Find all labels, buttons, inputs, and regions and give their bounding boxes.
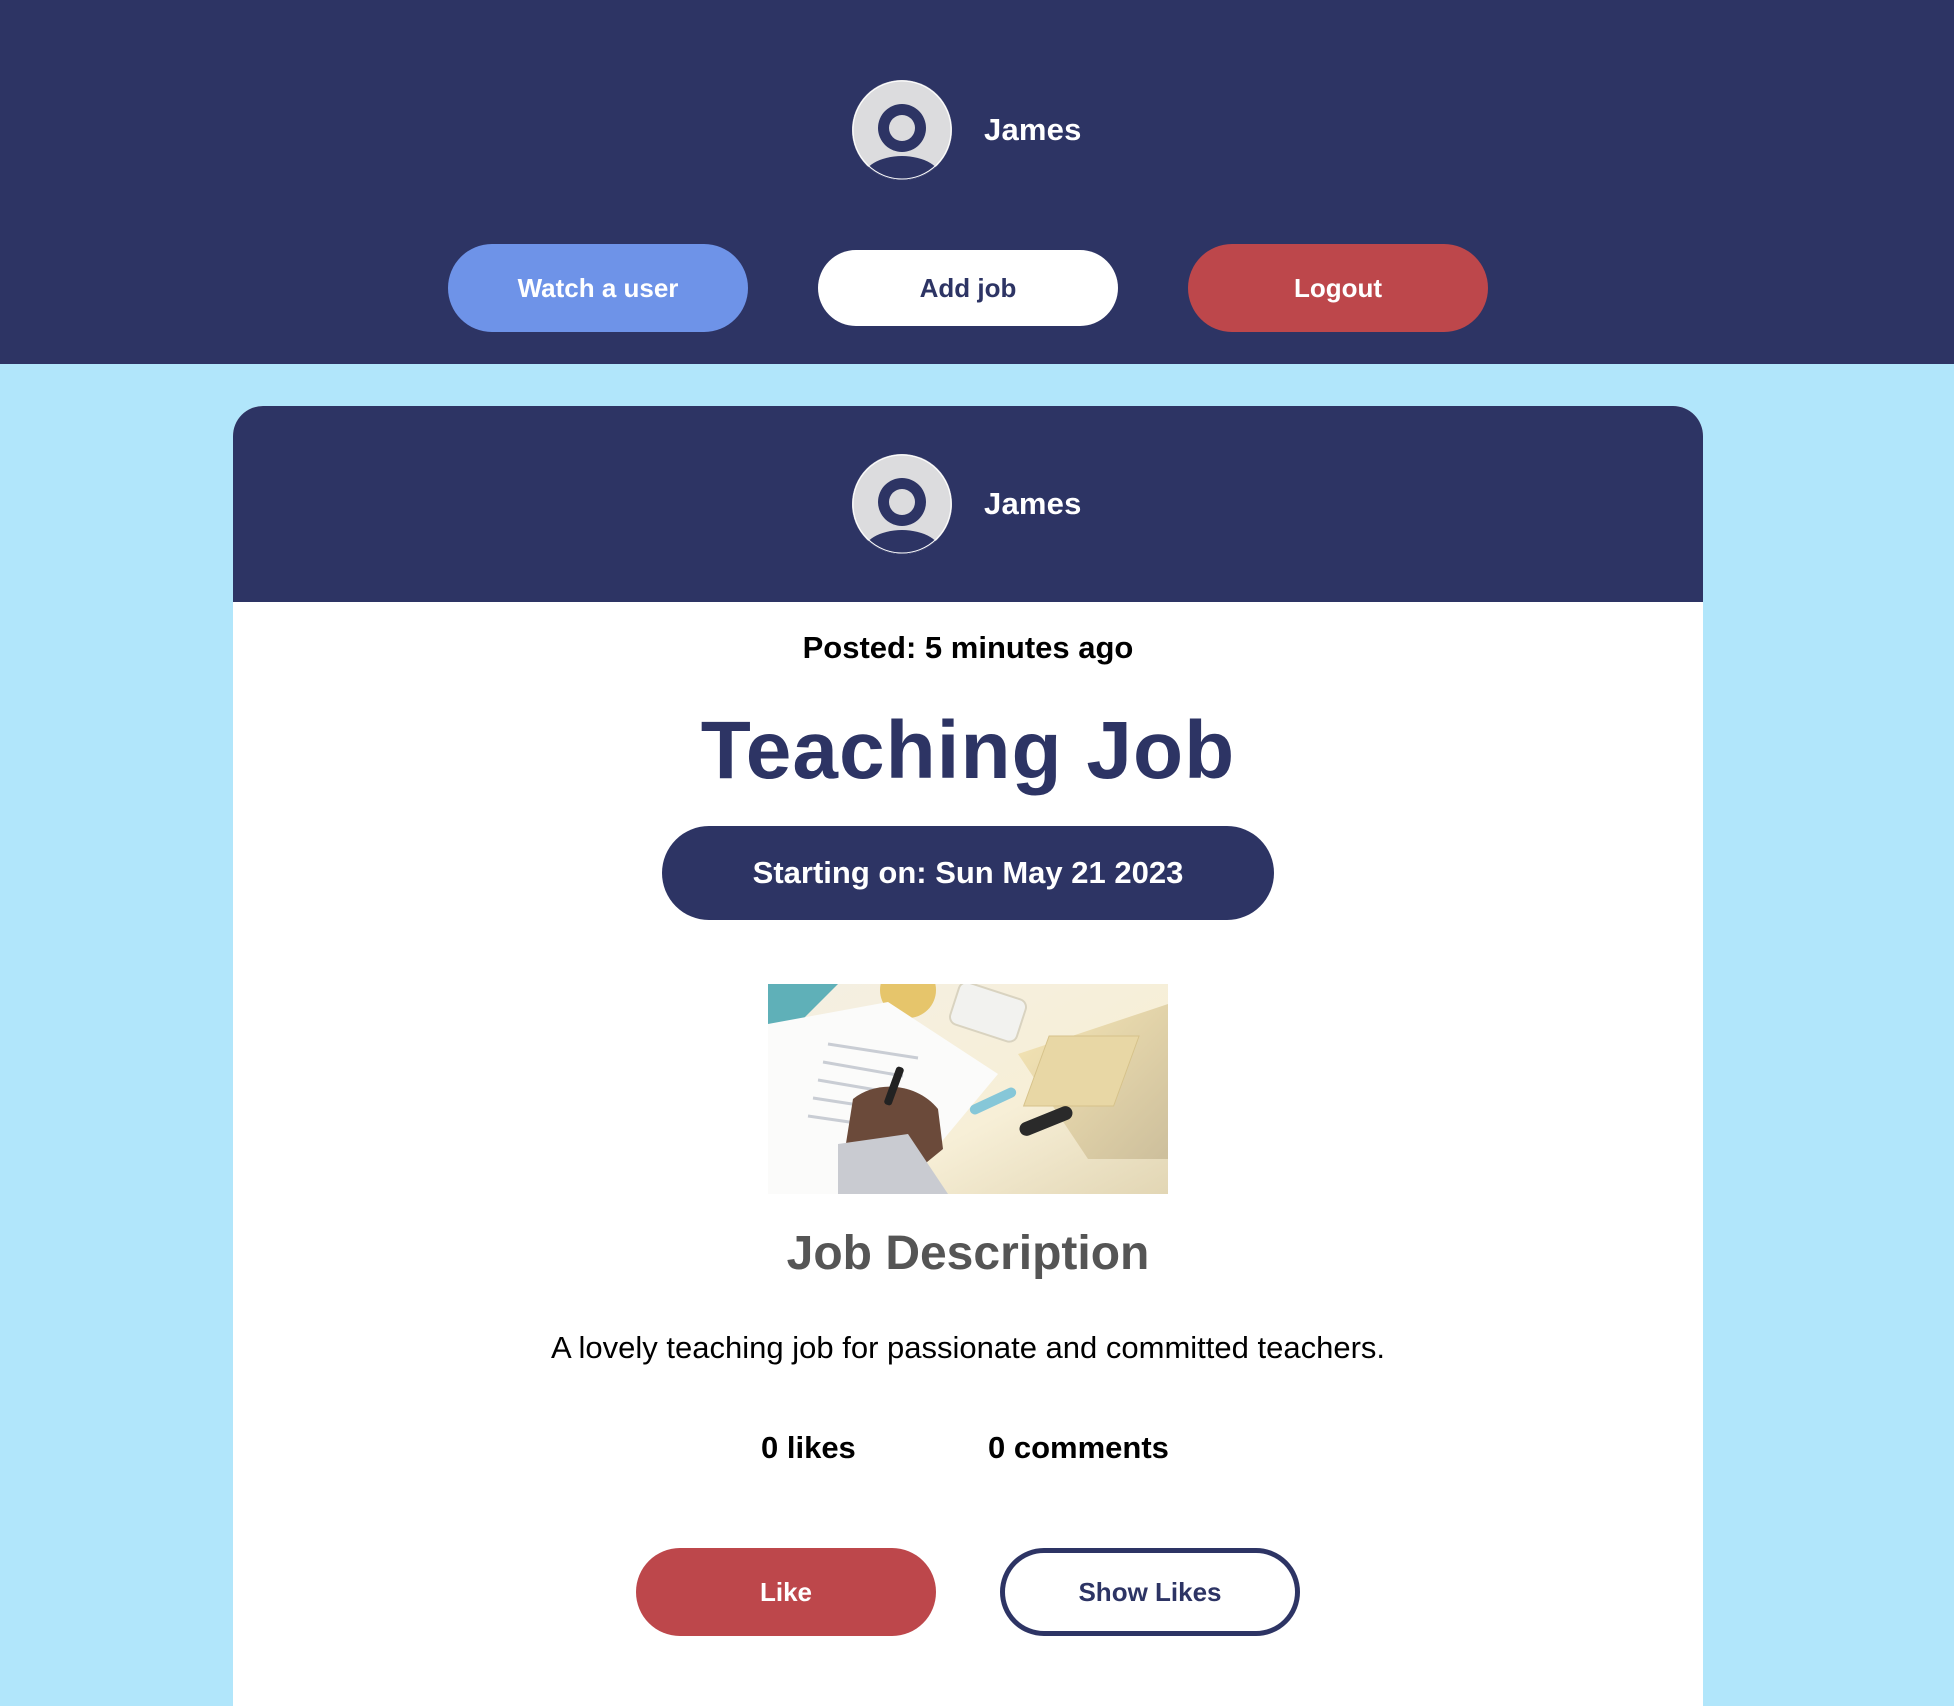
top-navigation-bar: James Watch a user Add job Logout [0,0,1954,364]
description-heading: Job Description [786,1227,1150,1280]
job-title: Teaching Job [700,705,1236,796]
add-job-button[interactable]: Add job [818,250,1118,326]
like-button[interactable]: Like [636,1548,936,1636]
show-likes-button[interactable]: Show Likes [1000,1548,1300,1636]
post-author-header: James [233,406,1703,602]
job-description-text: A lovely teaching job for passionate and… [550,1330,1386,1365]
user-avatar-icon [852,80,952,180]
watch-user-button[interactable]: Watch a user [448,244,748,332]
posted-time: Posted: 5 minutes ago [802,630,1134,665]
job-post-card: James Posted: 5 minutes ago Teaching Job… [233,406,1703,1706]
current-user: James [852,80,1082,180]
logout-button[interactable]: Logout [1188,244,1488,332]
likes-count: 0 likes [761,1430,856,1465]
comments-count[interactable]: 0 comments [988,1430,1169,1466]
job-description-photo [768,984,1168,1194]
post-author-name: James [984,486,1082,521]
user-name: James [984,112,1082,147]
post-author[interactable]: James [852,454,1082,554]
user-avatar-icon [852,454,952,554]
start-date-badge: Starting on: Sun May 21 2023 [662,826,1274,920]
